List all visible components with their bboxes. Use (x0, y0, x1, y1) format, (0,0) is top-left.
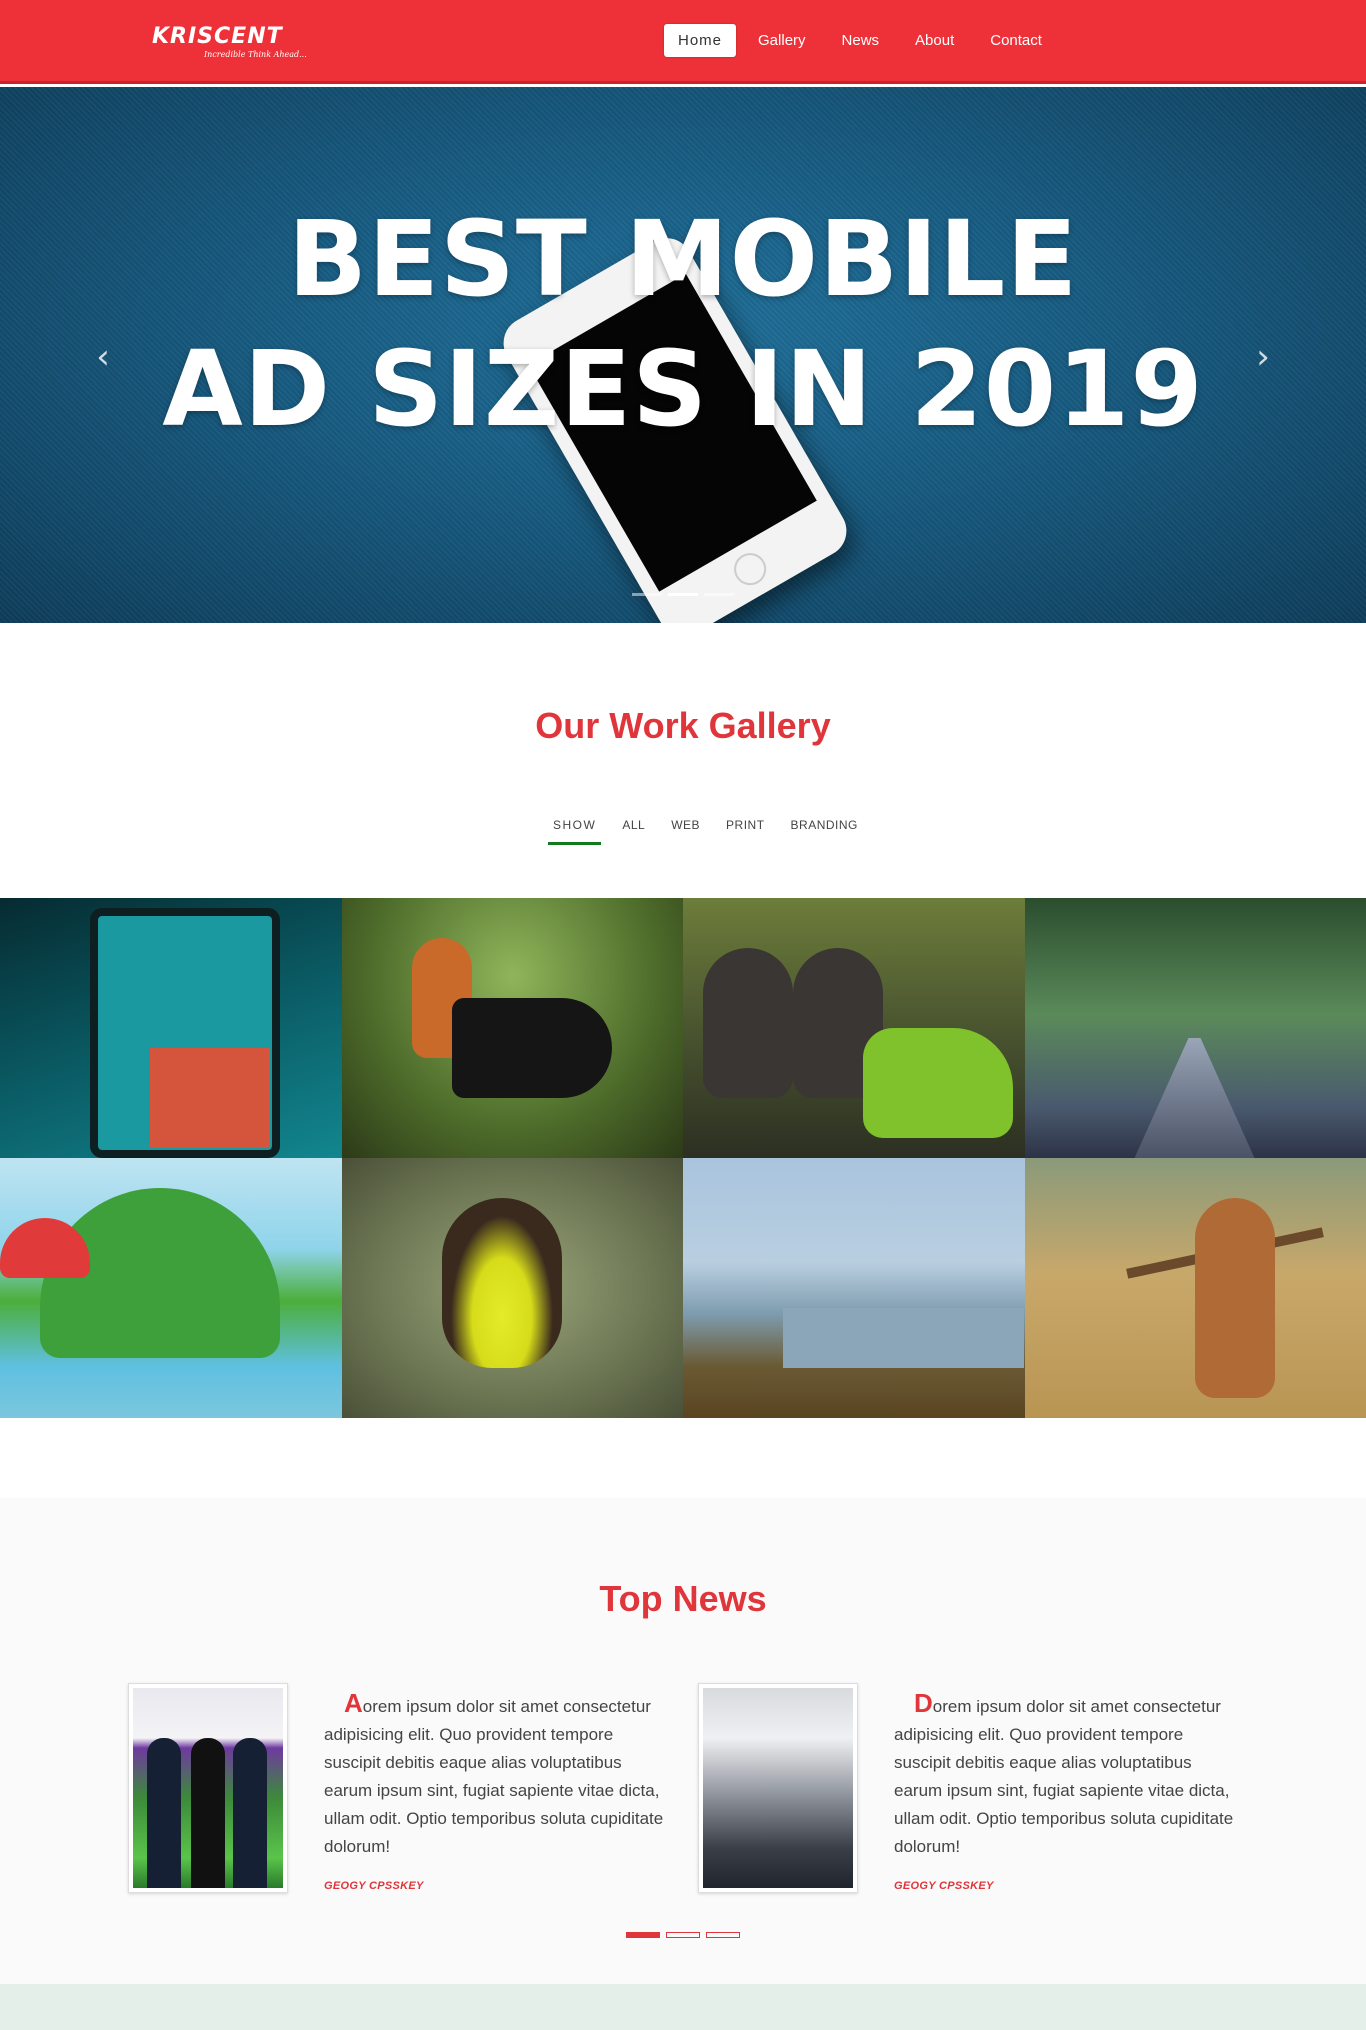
main-nav: Home Gallery News About Contact (664, 24, 1064, 57)
chevron-left-icon[interactable]: ‹ (88, 337, 118, 377)
nav-item-gallery[interactable]: Gallery (744, 24, 820, 57)
gallery-tile-monkeys-motorbike[interactable] (683, 898, 1025, 1158)
gallery-tile-river-landscape[interactable] (683, 1158, 1025, 1418)
hero-headline-line1: BEST MOBILE (287, 198, 1079, 320)
news-text: Dorem ipsum dolor sit amet consectetur a… (894, 1689, 1244, 1861)
news-body: orem ipsum dolor sit amet consectetur ad… (894, 1697, 1234, 1856)
brand-tagline: Incredible Think Ahead... (204, 50, 307, 59)
gallery-filters: SHOW ALL WEB PRINT BRANDING (548, 818, 879, 845)
news-page-3[interactable] (706, 1932, 740, 1938)
nav-item-news[interactable]: News (828, 24, 894, 57)
filter-all[interactable]: ALL (617, 818, 650, 845)
news-author[interactable]: GEOGY CPSSKEY (894, 1880, 994, 1892)
footer-band (0, 1984, 1366, 2030)
top-navbar: KRISCENT Incredible Think Ahead... Home … (0, 0, 1366, 84)
gallery-tile-forest-road[interactable] (1024, 898, 1366, 1158)
news-body: orem ipsum dolor sit amet consectetur ad… (324, 1697, 664, 1856)
brand-logo[interactable]: KRISCENT Incredible Think Ahead... (134, 18, 307, 62)
carousel-dot-1[interactable] (632, 593, 662, 596)
nav-item-home[interactable]: Home (664, 24, 737, 57)
news-title: Top News (599, 1578, 767, 1619)
carousel-indicators (632, 593, 740, 596)
chevron-right-icon[interactable]: › (1248, 337, 1278, 377)
news-card: Aorem ipsum dolor sit amet consectetur a… (128, 1683, 688, 1903)
drop-cap: A (344, 1688, 363, 1718)
news-pagination (626, 1932, 746, 1938)
carousel-dot-2[interactable] (668, 593, 698, 596)
gallery-tile-vero-app-phone[interactable] (0, 898, 342, 1158)
hero-headline-line2: AD SIZES IN 2019 (162, 328, 1204, 450)
nav-item-contact[interactable]: Contact (976, 24, 1056, 57)
gallery-grid (0, 898, 1366, 1418)
gallery-tile-dog-with-stick[interactable] (1024, 1158, 1366, 1418)
news-text: Aorem ipsum dolor sit amet consectetur a… (324, 1689, 674, 1861)
filter-branding[interactable]: BRANDING (786, 818, 863, 845)
news-image-office-photo[interactable] (698, 1683, 858, 1893)
news-image-team-photo[interactable] (128, 1683, 288, 1893)
brand-name: KRISCENT (152, 24, 283, 49)
gallery-title: Our Work Gallery (535, 705, 831, 746)
filter-print[interactable]: PRINT (721, 818, 770, 845)
drop-cap: D (914, 1688, 933, 1718)
carousel-dot-3[interactable] (704, 593, 734, 596)
news-page-1[interactable] (626, 1932, 660, 1938)
filter-show[interactable]: SHOW (548, 818, 602, 845)
news-card: Dorem ipsum dolor sit amet consectetur a… (698, 1683, 1258, 1903)
gallery-tile-cartoon-mushroom-house[interactable] (0, 1158, 342, 1418)
news-page-2[interactable] (666, 1932, 700, 1938)
gallery-tile-yellow-sunbird[interactable] (341, 1158, 683, 1418)
gallery-tile-squirrel-camera[interactable] (341, 898, 683, 1158)
filter-web[interactable]: WEB (666, 818, 705, 845)
nav-item-about[interactable]: About (901, 24, 968, 57)
hero-carousel: BEST MOBILE AD SIZES IN 2019 ‹ › (0, 87, 1366, 623)
news-author[interactable]: GEOGY CPSSKEY (324, 1880, 424, 1892)
